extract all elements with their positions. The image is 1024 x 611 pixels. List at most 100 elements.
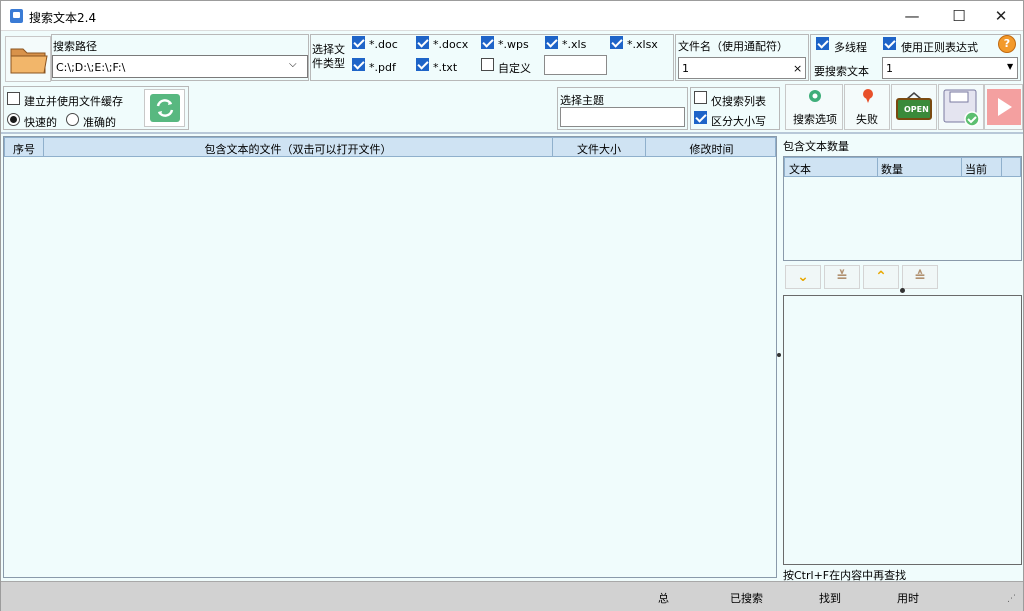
regex-checkbox[interactable] <box>883 37 896 50</box>
accurate-label: 准确的 <box>83 116 116 129</box>
cache-label: 建立并使用文件缓存 <box>24 95 123 108</box>
double-chevron-up-icon: ≙ <box>914 269 926 285</box>
filename-input[interactable]: 1 × <box>678 57 806 79</box>
chevron-up-icon: ⌃ <box>875 269 887 285</box>
col-separator <box>877 158 878 176</box>
folder-icon <box>10 48 48 74</box>
results-table-header: 序号 包含文本的文件（双击可以打开文件） 文件大小 修改时间 <box>4 137 776 157</box>
search-text-value: 1 <box>886 62 893 75</box>
status-searched: 已搜索 <box>730 592 763 605</box>
search-text-label: 要搜索文本 <box>814 65 869 78</box>
app-icon <box>10 9 23 23</box>
txt-checkbox[interactable] <box>416 58 429 71</box>
previous-button[interactable]: ⌃ <box>863 265 899 289</box>
refresh-cache-button[interactable] <box>144 89 185 127</box>
accurate-radio[interactable] <box>66 113 79 126</box>
xlsx-label: *.xlsx <box>627 38 658 51</box>
doc-label: *.doc <box>369 38 398 51</box>
resize-grip-icon[interactable]: ⋰ <box>1007 594 1016 604</box>
docx-checkbox[interactable] <box>416 36 429 49</box>
first-button[interactable]: ≙ <box>902 265 938 289</box>
search-options-label: 搜索选项 <box>793 113 837 126</box>
fail-label: 失败 <box>856 113 878 126</box>
toolbar-divider <box>1 132 1023 134</box>
last-button[interactable]: ≚ <box>824 265 860 289</box>
status-bar: 总 已搜索 找到 用时 ⋰ <box>1 581 1023 611</box>
col-current[interactable]: 当前 <box>965 161 987 177</box>
multithread-checkbox[interactable] <box>816 37 829 50</box>
cache-checkbox[interactable] <box>7 92 20 105</box>
clear-icon[interactable]: × <box>793 62 802 75</box>
wps-label: *.wps <box>498 38 529 51</box>
gear-icon <box>809 90 821 102</box>
splitter-handle[interactable] <box>900 288 905 293</box>
app-window: 搜索文本2.4 — ☐ ✕ 搜索路径 C:\;D:\;E:\;F:\ ⌵ 选择文… <box>0 0 1024 611</box>
custom-type-checkbox[interactable] <box>481 58 494 71</box>
multithread-label: 多线程 <box>834 41 867 54</box>
splitter-handle[interactable] <box>777 353 781 357</box>
search-path-label: 搜索路径 <box>53 40 97 53</box>
window-title: 搜索文本2.4 <box>29 11 97 25</box>
open-sign-text: OPEN <box>904 105 929 114</box>
save-button[interactable] <box>938 84 984 130</box>
col-separator <box>1001 158 1002 176</box>
theme-input[interactable] <box>560 107 685 127</box>
txt-label: *.txt <box>433 61 458 74</box>
col-separator <box>961 158 962 176</box>
case-sensitive-label: 区分大小写 <box>711 115 766 128</box>
xls-checkbox[interactable] <box>545 36 558 49</box>
col-size[interactable]: 文件大小 <box>553 141 645 157</box>
next-button[interactable]: ⌄ <box>785 265 821 289</box>
search-path-value: C:\;D:\;E:\;F:\ <box>56 61 126 74</box>
browse-folder-button[interactable] <box>5 36 51 82</box>
fast-radio[interactable] <box>7 113 20 126</box>
save-icon <box>943 89 980 127</box>
search-text-combobox[interactable]: 1 ▼ <box>882 57 1018 79</box>
filename-value: 1 <box>682 62 689 75</box>
col-file[interactable]: 包含文本的文件（双击可以打开文件） <box>44 141 552 157</box>
xlsx-checkbox[interactable] <box>610 36 623 49</box>
custom-type-label: 自定义 <box>498 62 531 75</box>
theme-label: 选择主题 <box>560 94 604 107</box>
filename-label: 文件名（使用通配符） <box>678 40 788 53</box>
maximize-button[interactable]: ☐ <box>936 1 982 31</box>
search-path-combobox[interactable]: C:\;D:\;E:\;F:\ ⌵ <box>52 55 308 78</box>
col-modified[interactable]: 修改时间 <box>646 141 777 157</box>
count-panel-title: 包含文本数量 <box>783 140 849 153</box>
close-button[interactable]: ✕ <box>978 1 1024 31</box>
count-table[interactable]: 文本 数量 当前 <box>783 156 1022 261</box>
fail-button[interactable]: 失败 <box>844 84 890 130</box>
status-found: 找到 <box>819 592 841 605</box>
col-text[interactable]: 文本 <box>789 161 811 177</box>
double-chevron-down-icon: ≚ <box>836 269 848 285</box>
help-icon[interactable]: ? <box>998 35 1016 53</box>
wps-checkbox[interactable] <box>481 36 494 49</box>
xls-label: *.xls <box>562 38 587 51</box>
fast-label: 快速的 <box>24 116 57 129</box>
content-preview[interactable] <box>783 295 1022 565</box>
only-list-checkbox[interactable] <box>694 91 707 104</box>
open-button[interactable]: OPEN <box>891 84 937 130</box>
custom-type-input[interactable] <box>544 55 607 75</box>
title-bar: 搜索文本2.4 — ☐ ✕ <box>1 1 1023 31</box>
start-search-button[interactable] <box>984 84 1023 130</box>
dropdown-arrow-icon: ▼ <box>1007 62 1014 71</box>
status-elapsed: 用时 <box>897 592 919 605</box>
chevron-down-icon: ⌄ <box>797 269 809 285</box>
minimize-button[interactable]: — <box>889 1 935 31</box>
case-sensitive-checkbox[interactable] <box>694 111 707 124</box>
doc-checkbox[interactable] <box>352 36 365 49</box>
refresh-icon <box>150 94 180 122</box>
docx-label: *.docx <box>433 38 469 51</box>
file-types-label: 选择文件类型 <box>312 43 345 70</box>
pdf-checkbox[interactable] <box>352 58 365 71</box>
play-icon <box>987 89 1021 125</box>
results-table[interactable]: 序号 包含文本的文件（双击可以打开文件） 文件大小 修改时间 <box>3 136 777 578</box>
col-index[interactable]: 序号 <box>5 141 43 157</box>
pdf-label: *.pdf <box>369 61 396 74</box>
chevron-down-icon: ⌵ <box>289 59 297 70</box>
status-total: 总 <box>658 592 669 605</box>
search-options-button[interactable]: 搜索选项 <box>785 84 843 130</box>
count-table-header: 文本 数量 当前 <box>784 157 1021 177</box>
col-count[interactable]: 数量 <box>881 161 903 177</box>
